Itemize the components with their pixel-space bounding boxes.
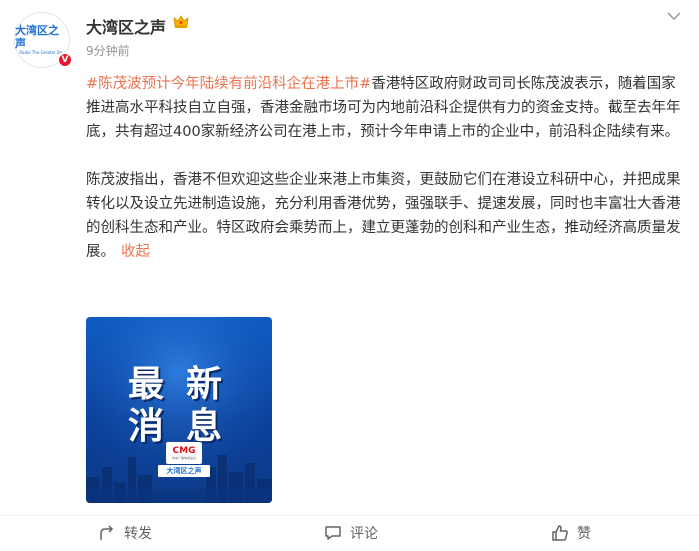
cmg-logo-text: CMG (172, 446, 196, 456)
repost-label: 转发 (124, 526, 152, 542)
action-bar-divider (0, 515, 699, 516)
cmg-logo: CMG 中央广播电视总台 (166, 442, 202, 464)
paragraph-2-text: 陈茂波指出，香港不但欢迎这些企业来港上市集资，更鼓励它们在港设立科研中心，并把成… (86, 172, 681, 260)
comment-button[interactable]: 评论 (324, 523, 378, 543)
post-body: #陈茂波预计今年陆续有前沿科企在港上市#香港特区政府财政司司长陈茂波表示，随着国… (86, 72, 684, 264)
like-label: 赞 (577, 526, 591, 542)
avatar-logo-text: 大湾区之声 (15, 24, 59, 50)
comment-label: 评论 (350, 526, 378, 542)
comment-icon (325, 526, 341, 540)
post-paragraph-2: 陈茂波指出，香港不但欢迎这些企业来港上市集资，更鼓励它们在港设立科研中心，并把成… (86, 168, 684, 264)
image-brand-label: 大湾区之声 (158, 465, 210, 477)
account-name[interactable]: 大湾区之声 (86, 14, 166, 38)
post-image[interactable]: 最 新 消 息 CMG 中央广播电视总台 大湾区之声 (86, 317, 272, 503)
repost-button[interactable]: 转发 (98, 523, 152, 543)
post-time[interactable]: 9分钟前 (86, 42, 130, 59)
hashtag-link[interactable]: #陈茂波预计今年陆续有前沿科企在港上市# (86, 76, 371, 92)
chevron-down-icon (667, 12, 681, 20)
cmg-logo-subtext: 中央广播电视总台 (171, 456, 196, 460)
thumbs-up-icon (552, 525, 568, 541)
more-options-button[interactable] (662, 8, 686, 24)
repost-icon (100, 525, 114, 540)
image-char-3: 消 (128, 406, 165, 447)
post-paragraph-1: #陈茂波预计今年陆续有前沿科企在港上市#香港特区政府财政司司长陈茂波表示，随着国… (86, 72, 684, 144)
gold-crown-icon[interactable] (173, 15, 189, 29)
verified-badge-icon: V (57, 52, 73, 68)
collapse-link[interactable]: 收起 (121, 244, 150, 260)
like-button[interactable]: 赞 (551, 523, 591, 543)
